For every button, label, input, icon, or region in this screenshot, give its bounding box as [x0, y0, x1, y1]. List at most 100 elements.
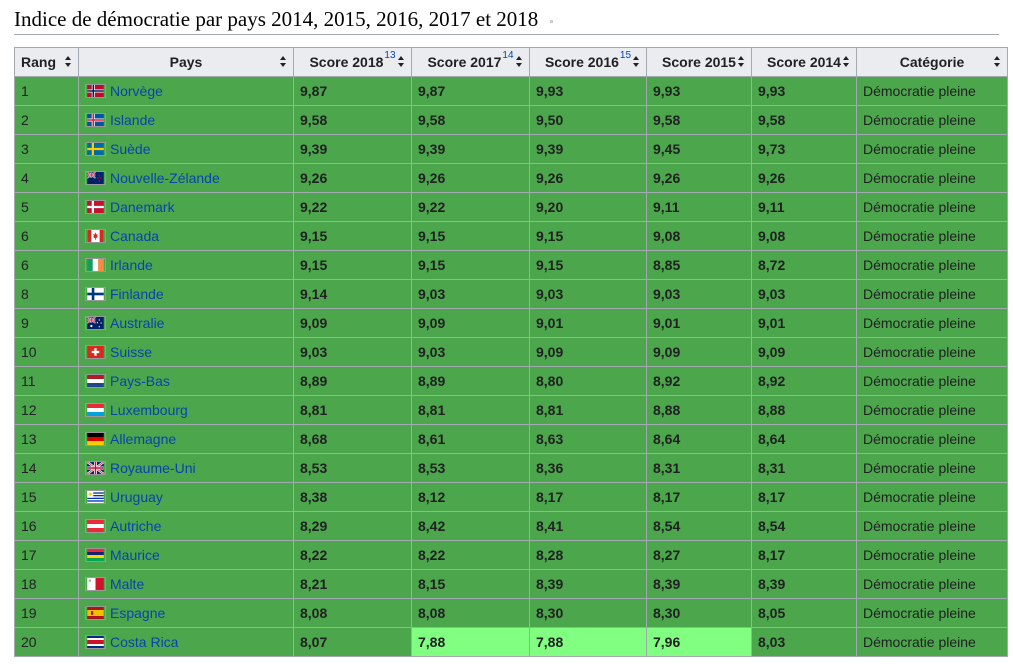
column-header-score-2014[interactable]: Score 2014 — [751, 47, 857, 77]
sort-toggle-icon[interactable] — [843, 56, 850, 68]
score-2018-cell: 8,07 — [293, 627, 412, 657]
country-link[interactable]: Islande — [110, 112, 155, 128]
country-link[interactable]: Luxembourg — [110, 402, 188, 418]
score-2018-cell: 8,53 — [293, 453, 412, 483]
table-row: 5 Danemark 9,22 9,22 9,20 9,11 9,11 Démocratie … — [14, 192, 1008, 222]
score-2014-cell: 9,11 — [751, 192, 857, 222]
country-link[interactable]: Espagne — [110, 605, 165, 621]
column-header-label: Score 2017 — [427, 54, 502, 70]
score-2018-cell: 9,39 — [293, 134, 412, 164]
country-link[interactable]: Royaume-Uni — [110, 460, 196, 476]
country-link[interactable]: Uruguay — [110, 489, 163, 505]
country-link[interactable]: Norvège — [110, 83, 163, 99]
rank-cell: 9 — [14, 308, 79, 338]
finland-flag-icon[interactable] — [85, 287, 106, 302]
country-link[interactable]: Allemagne — [110, 431, 176, 447]
category-cell: Démocratie pleine — [856, 569, 1008, 599]
reference-link[interactable]: 14 — [502, 50, 513, 61]
canada-flag-icon[interactable] — [85, 229, 106, 244]
country-link[interactable]: Suisse — [110, 344, 152, 360]
country-link[interactable]: Autriche — [110, 518, 161, 534]
column-header-category[interactable]: Catégorie — [856, 47, 1008, 77]
score-2017-cell: 8,53 — [411, 453, 530, 483]
sort-toggle-icon[interactable] — [65, 56, 72, 68]
score-2017-cell: 9,03 — [411, 279, 530, 309]
sweden-flag-icon[interactable] — [85, 142, 106, 157]
luxembourg-flag-icon[interactable] — [85, 403, 106, 418]
reference-link[interactable]: 13 — [384, 50, 395, 61]
austria-flag-icon[interactable] — [85, 519, 106, 534]
rank-cell: 2 — [14, 105, 79, 135]
score-2014-cell: 9,01 — [751, 308, 857, 338]
score-2015-cell: 9,03 — [646, 279, 752, 309]
score-2016-cell: 9,15 — [529, 250, 647, 280]
ireland-flag-icon[interactable] — [85, 258, 106, 273]
australia-flag-icon[interactable] — [85, 316, 106, 331]
new-zealand-flag-icon[interactable] — [85, 171, 106, 186]
sort-toggle-icon[interactable] — [280, 56, 287, 68]
score-2018-cell: 9,09 — [293, 308, 412, 338]
country-cell: Suède — [78, 134, 294, 164]
score-2017-cell: 9,15 — [411, 221, 530, 251]
switzerland-flag-icon[interactable] — [85, 345, 106, 360]
category-cell: Démocratie pleine — [856, 250, 1008, 280]
germany-flag-icon[interactable] — [85, 432, 106, 447]
score-2016-cell: 8,80 — [529, 366, 647, 396]
score-2014-cell: 9,73 — [751, 134, 857, 164]
country-link[interactable]: Pays-Bas — [110, 373, 170, 389]
score-2017-cell: 8,89 — [411, 366, 530, 396]
country-cell: Australie — [78, 308, 294, 338]
country-link[interactable]: Irlande — [110, 257, 153, 273]
denmark-flag-icon[interactable] — [85, 200, 106, 215]
score-2014-cell: 8,39 — [751, 569, 857, 599]
score-2015-cell: 7,96 — [646, 627, 752, 657]
score-2016-cell: 9,01 — [529, 308, 647, 338]
united-kingdom-flag-icon[interactable] — [85, 461, 106, 476]
country-cell: Norvège — [78, 76, 294, 106]
mauritius-flag-icon[interactable] — [85, 548, 106, 563]
country-link[interactable]: Canada — [110, 228, 159, 244]
rank-cell: 19 — [14, 598, 79, 628]
score-2014-cell: 8,72 — [751, 250, 857, 280]
uruguay-flag-icon[interactable] — [85, 490, 106, 505]
table-row: 11 Pays-Bas 8,89 8,89 8,80 8,92 8,92 Démocratie… — [14, 366, 1008, 396]
country-cell: Uruguay — [78, 482, 294, 512]
table-row: 17 Maurice 8,22 8,22 8,28 8,27 8,17 Démocratie … — [14, 540, 1008, 570]
column-header-rank[interactable]: Rang — [14, 47, 79, 77]
score-2018-cell: 9,03 — [293, 337, 412, 367]
score-2015-cell: 9,58 — [646, 105, 752, 135]
country-link[interactable]: Danemark — [110, 199, 175, 215]
sort-toggle-icon[interactable] — [633, 56, 640, 68]
malta-flag-icon[interactable] — [85, 577, 106, 592]
sort-toggle-icon[interactable] — [994, 56, 1001, 68]
country-link[interactable]: Costa Rica — [110, 634, 178, 650]
country-link[interactable]: Malte — [110, 576, 144, 592]
country-link[interactable]: Finlande — [110, 286, 164, 302]
norway-flag-icon[interactable] — [85, 84, 106, 99]
score-2016-cell: 7,88 — [529, 627, 647, 657]
iceland-flag-icon[interactable] — [85, 113, 106, 128]
country-link[interactable]: Maurice — [110, 547, 160, 563]
column-header-score-2016[interactable]: Score 201615 — [529, 47, 647, 77]
column-header-score-2015[interactable]: Score 2015 — [646, 47, 752, 77]
score-2014-cell: 8,31 — [751, 453, 857, 483]
column-header-country[interactable]: Pays — [78, 47, 294, 77]
netherlands-flag-icon[interactable] — [85, 374, 106, 389]
sort-toggle-icon[interactable] — [398, 56, 405, 68]
score-2016-cell: 9,26 — [529, 163, 647, 193]
reference-link[interactable]: 15 — [620, 50, 631, 61]
country-link[interactable]: Australie — [110, 315, 164, 331]
column-header-label: Score 2016 — [544, 54, 619, 70]
spain-flag-icon[interactable] — [85, 606, 106, 621]
country-cell: Pays-Bas — [78, 366, 294, 396]
score-2018-cell: 8,08 — [293, 598, 412, 628]
costa-rica-flag-icon[interactable] — [85, 635, 106, 650]
column-header-score-2017[interactable]: Score 201714 — [411, 47, 530, 77]
country-cell: Royaume-Uni — [78, 453, 294, 483]
column-header-score-2018[interactable]: Score 201813 — [293, 47, 412, 77]
sort-toggle-icon[interactable] — [738, 56, 745, 68]
sort-toggle-icon[interactable] — [516, 56, 523, 68]
score-2014-cell: 9,03 — [751, 279, 857, 309]
country-link[interactable]: Nouvelle-Zélande — [110, 170, 220, 186]
country-link[interactable]: Suède — [110, 141, 150, 157]
